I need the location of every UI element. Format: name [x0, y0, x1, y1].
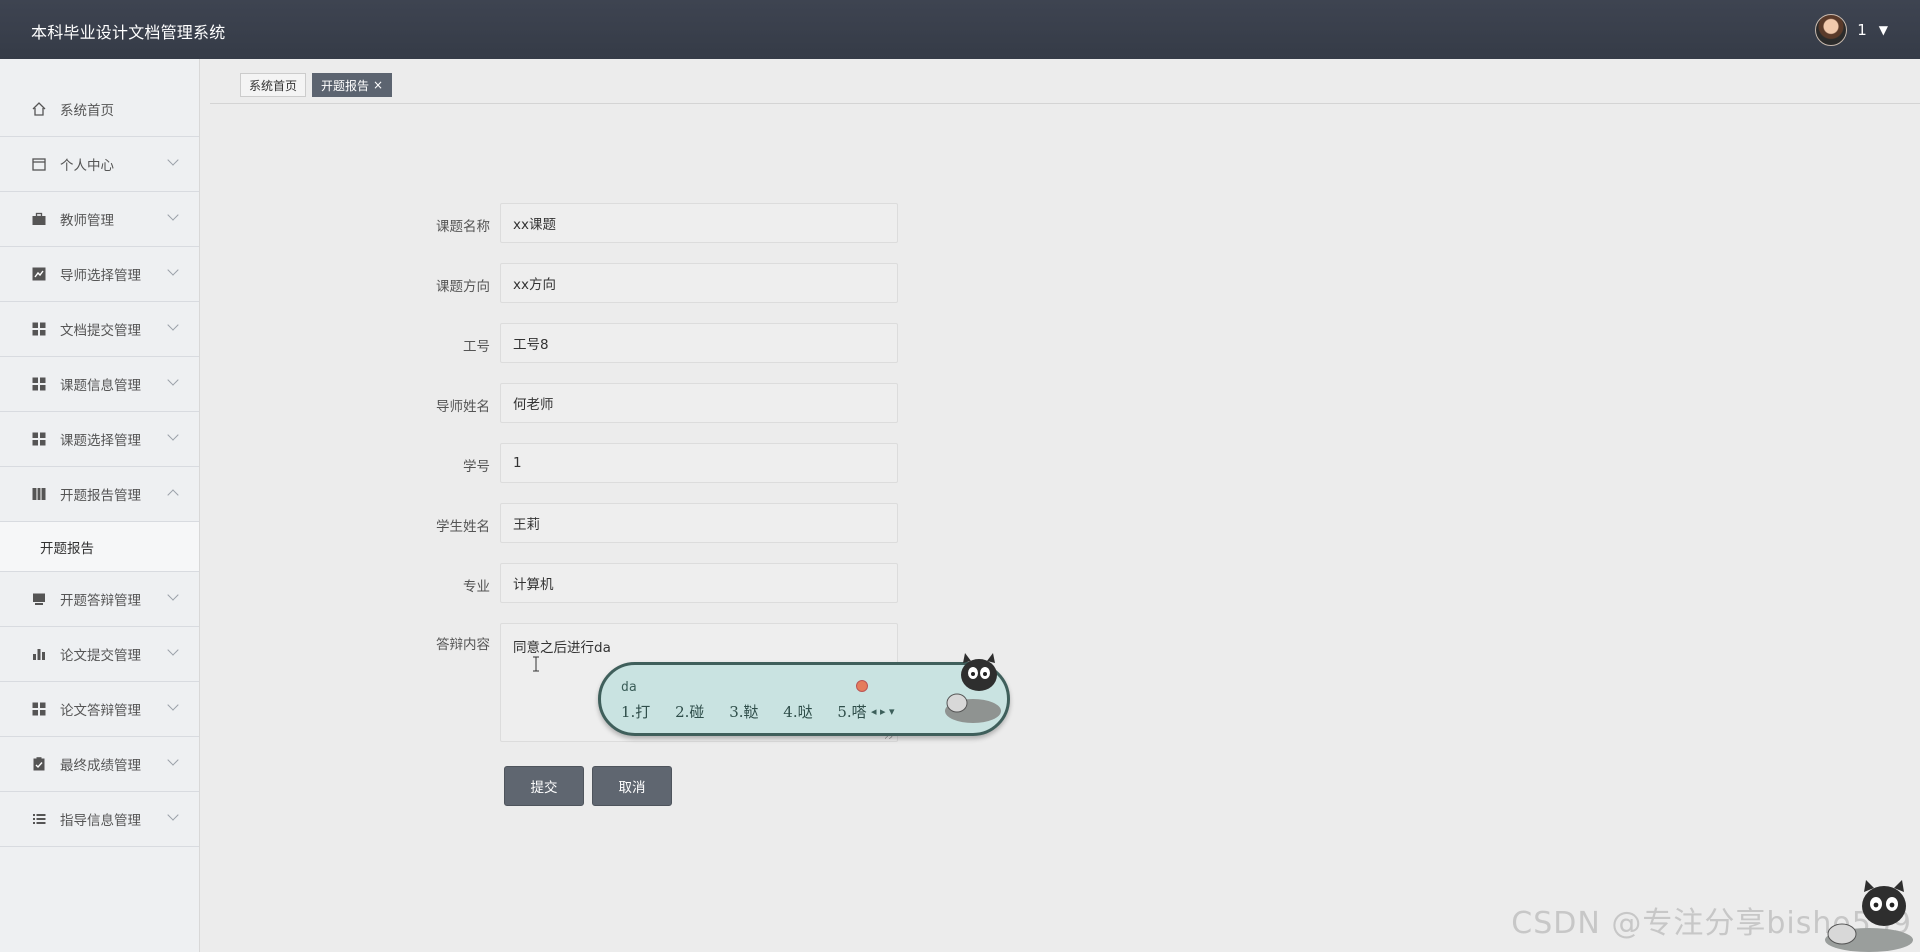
- advisor-name-field[interactable]: 何老师: [500, 383, 898, 423]
- staff-id-field[interactable]: 工号8: [500, 323, 898, 363]
- sidebar-item-label: 课题信息管理: [60, 378, 141, 394]
- sidebar-item-topic-info[interactable]: 课题信息管理: [0, 357, 199, 412]
- avatar[interactable]: [1815, 14, 1848, 46]
- sidebar-item-label: 个人中心: [60, 158, 114, 174]
- sidebar-item-home[interactable]: 系统首页: [0, 82, 199, 137]
- ime-candidate[interactable]: 1.打: [621, 703, 650, 721]
- text-cursor-icon: [533, 656, 539, 672]
- sidebar-item-label: 开题答辩管理: [60, 593, 141, 609]
- cancel-button[interactable]: 取消: [592, 766, 672, 806]
- major-field[interactable]: 计算机: [500, 563, 898, 603]
- chevron-down-icon: [167, 644, 179, 656]
- sidebar-subitem-proposal-report[interactable]: 开题报告: [0, 522, 199, 572]
- ime-candidate-list: 1.打 2.碰 3.鞑 4.哒 5.嗒: [621, 701, 881, 722]
- sidebar-item-personal-center[interactable]: 个人中心: [0, 137, 199, 192]
- chart-icon: [31, 266, 47, 282]
- ime-candidate[interactable]: 4.哒: [783, 703, 812, 721]
- sidebar-item-thesis-submission[interactable]: 论文提交管理: [0, 627, 199, 682]
- textarea-value: 同意之后进行da: [513, 640, 611, 656]
- sidebar: 系统首页 个人中心 教师管理 导师选择管理 文档提交管理 课题信息管理 课题选择…: [0, 59, 200, 952]
- sidebar-item-label: 开题报告管理: [60, 488, 141, 504]
- sidebar-item-teacher[interactable]: 教师管理: [0, 192, 199, 247]
- field-label: 课题名称: [436, 219, 490, 235]
- chevron-down-icon: [167, 429, 179, 441]
- sidebar-item-label: 论文提交管理: [60, 648, 141, 664]
- submit-button[interactable]: 提交: [504, 766, 584, 806]
- field-label: 学号: [463, 459, 490, 475]
- student-name-field[interactable]: 王莉: [500, 503, 898, 543]
- chevron-down-icon: [167, 319, 179, 331]
- chevron-down-icon: [167, 154, 179, 166]
- sidebar-item-label: 论文答辩管理: [60, 703, 141, 719]
- field-label: 专业: [463, 579, 490, 595]
- app-title: 本科毕业设计文档管理系统: [31, 23, 226, 42]
- ime-skin-icon[interactable]: [856, 680, 868, 692]
- student-id-field[interactable]: 1: [500, 443, 898, 483]
- field-label: 导师姓名: [436, 399, 490, 415]
- sidebar-item-label: 文档提交管理: [60, 323, 141, 339]
- sidebar-item-advisor-selection[interactable]: 导师选择管理: [0, 247, 199, 302]
- sidebar-item-label: 课题选择管理: [60, 433, 141, 449]
- sidebar-item-label: 教师管理: [60, 213, 114, 229]
- bar-chart-icon: [31, 646, 47, 662]
- ime-candidate[interactable]: 3.鞑: [729, 703, 758, 721]
- sidebar-item-label: 系统首页: [60, 103, 114, 119]
- sidebar-subitem-label: 开题报告: [40, 540, 94, 557]
- field-label: 工号: [463, 339, 490, 355]
- chevron-down-icon: [167, 699, 179, 711]
- ime-candidate[interactable]: 2.碰: [675, 703, 704, 721]
- sidebar-item-final-grades[interactable]: 最终成绩管理: [0, 737, 199, 792]
- topic-name-field[interactable]: xx课题: [500, 203, 898, 243]
- clipboard-icon: [31, 756, 47, 772]
- cat-mascot-icon: [945, 653, 1001, 723]
- grid-icon: [31, 321, 47, 337]
- chevron-down-icon: [167, 374, 179, 386]
- home-icon: [31, 101, 47, 117]
- sidebar-item-label: 最终成绩管理: [60, 758, 141, 774]
- tab-home[interactable]: 系统首页: [240, 73, 307, 97]
- ime-candidate[interactable]: 5.嗒: [837, 703, 866, 721]
- sidebar-item-topic-selection[interactable]: 课题选择管理: [0, 412, 199, 467]
- topic-direction-field[interactable]: xx方向: [500, 263, 898, 303]
- chevron-down-icon: [167, 809, 179, 821]
- tab-proposal-report[interactable]: 开题报告 ×: [312, 73, 393, 97]
- ime-candidate-window: da 1.打 2.碰 3.鞑 4.哒 5.嗒 ◂ ▸ ▾: [598, 653, 1010, 736]
- username[interactable]: 1: [1857, 21, 1867, 39]
- user-menu[interactable]: 1 ▼: [1815, 14, 1888, 46]
- chevron-down-icon: [167, 209, 179, 221]
- sidebar-item-guidance-info[interactable]: 指导信息管理: [0, 792, 199, 847]
- top-bar: 本科毕业设计文档管理系统 1 ▼: [0, 0, 1920, 59]
- sidebar-item-proposal-defense[interactable]: 开题答辩管理: [0, 572, 199, 627]
- field-label: 答辩内容: [436, 637, 490, 653]
- sidebar-menu: 系统首页 个人中心 教师管理 导师选择管理 文档提交管理 课题信息管理 课题选择…: [0, 82, 199, 847]
- sidebar-item-thesis-defense[interactable]: 论文答辩管理: [0, 682, 199, 737]
- briefcase-icon: [31, 211, 47, 227]
- ime-pinyin: da: [621, 680, 637, 695]
- grid-icon: [31, 431, 47, 447]
- chevron-down-icon: [167, 589, 179, 601]
- calendar-icon: [31, 156, 47, 172]
- chevron-down-icon: [167, 754, 179, 766]
- close-icon[interactable]: ×: [373, 78, 383, 92]
- grid-icon: [31, 376, 47, 392]
- field-label: 学生姓名: [436, 519, 490, 535]
- monitor-icon: [31, 591, 47, 607]
- caret-down-icon[interactable]: ▼: [1879, 23, 1888, 37]
- sidebar-item-document-submission[interactable]: 文档提交管理: [0, 302, 199, 357]
- chevron-down-icon: [167, 264, 179, 276]
- chevron-up-icon: [167, 489, 179, 501]
- field-label: 课题方向: [436, 279, 490, 295]
- tabs-bar: 系统首页 开题报告 ×: [210, 59, 1920, 104]
- sidebar-item-label: 导师选择管理: [60, 268, 141, 284]
- tab-label: 系统首页: [249, 78, 298, 93]
- sidebar-item-label: 指导信息管理: [60, 813, 141, 829]
- cat-mascot-corner-icon: [1825, 880, 1913, 952]
- grid-icon: [31, 701, 47, 717]
- list-icon: [31, 811, 47, 827]
- book-icon: [31, 486, 47, 502]
- sidebar-item-proposal-report-management[interactable]: 开题报告管理: [0, 467, 199, 522]
- ime-page-arrows-icon[interactable]: ◂ ▸ ▾: [871, 705, 895, 718]
- tab-label: 开题报告: [321, 78, 370, 93]
